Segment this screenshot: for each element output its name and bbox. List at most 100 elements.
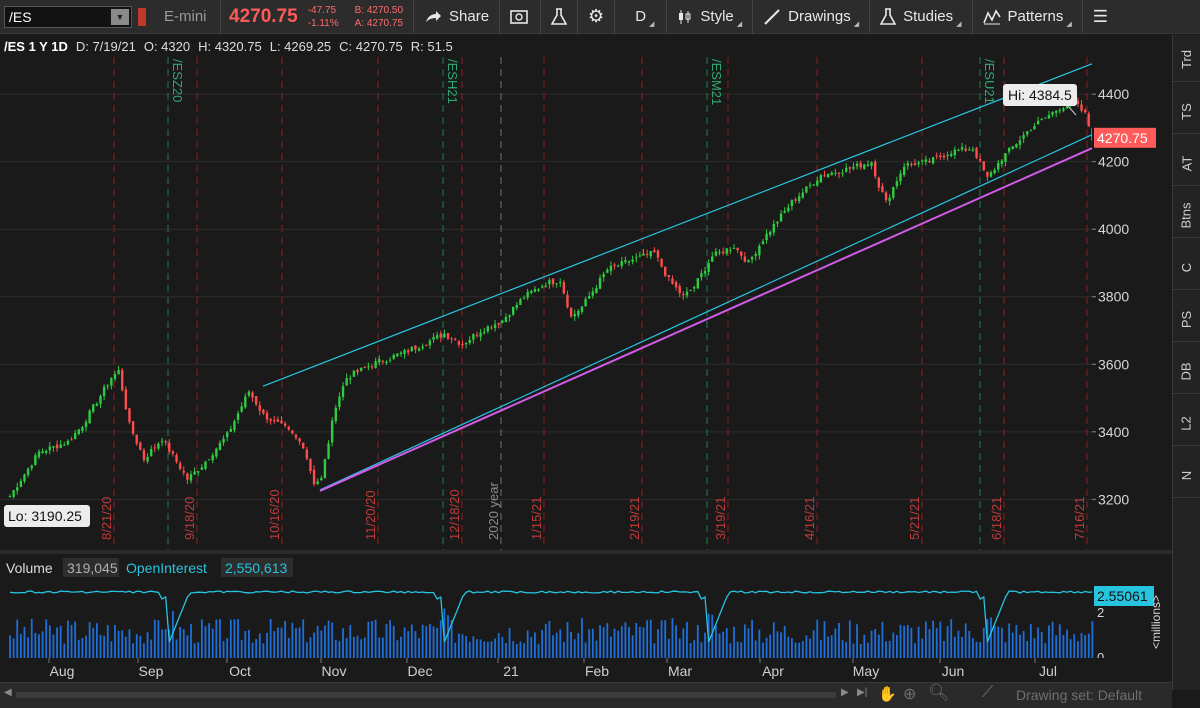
candle-body <box>866 164 870 167</box>
price-chart[interactable]: 8/21/20 9/18/20 10/16/20 11/20/20 12/18/20 1/… <box>0 37 1172 682</box>
side-tab-trd[interactable]: Trd <box>1173 38 1200 82</box>
candle-body <box>533 289 537 292</box>
side-tab-ps[interactable]: PS <box>1173 298 1200 342</box>
candle-body <box>968 149 971 151</box>
candle-body <box>88 410 91 424</box>
candle-body <box>613 264 616 266</box>
menu-button[interactable]: ☰ <box>1083 0 1118 34</box>
side-tab-db[interactable]: DB <box>1173 350 1200 394</box>
candle-body <box>316 481 319 485</box>
candle-body <box>178 463 182 470</box>
date-marker-label: 11/20/20 <box>363 490 378 540</box>
drawings-label: Drawings <box>788 8 851 25</box>
patterns-button[interactable]: Patterns ◢ <box>973 0 1083 34</box>
candle-body <box>750 256 754 260</box>
price-tick-label: 3200 <box>1098 491 1129 507</box>
price-plot-area <box>0 57 1092 550</box>
candle-body <box>1000 160 1004 165</box>
zoom-icon[interactable]: 🔍︎ <box>928 683 950 703</box>
style-button[interactable]: Style ◢ <box>667 0 754 34</box>
side-tab-n[interactable]: N <box>1173 454 1200 498</box>
candle-body <box>396 353 399 357</box>
candle-body <box>504 316 508 323</box>
candle-body <box>446 333 450 339</box>
candle-body <box>211 455 214 461</box>
flask-button[interactable] <box>541 0 579 34</box>
percent-change: -1.11% <box>307 17 339 29</box>
candle-body <box>1080 104 1083 111</box>
candle-body <box>142 450 146 460</box>
candle-body <box>403 349 406 355</box>
month-tick-label: Mar <box>668 663 692 679</box>
flag-icon[interactable] <box>138 7 146 26</box>
candle-body <box>978 159 982 161</box>
pane-divider[interactable] <box>0 550 1172 554</box>
candle-body <box>483 331 486 333</box>
candle-body <box>294 434 298 438</box>
candle-body <box>606 269 609 273</box>
horizontal-scrollbar[interactable] <box>16 692 836 698</box>
candle-body <box>740 251 743 256</box>
crosshair-icon[interactable]: ⊕ <box>903 684 916 704</box>
snapshot-button[interactable] <box>500 0 542 34</box>
symbol-input[interactable]: /ES ▼ <box>4 5 132 28</box>
candle-body <box>1083 110 1087 113</box>
candle-body <box>175 454 178 462</box>
drawings-button[interactable]: Drawings ◢ <box>753 0 871 34</box>
candle-body <box>388 359 392 361</box>
candle-body <box>334 407 337 422</box>
candle-body <box>92 404 95 412</box>
candle-body <box>128 408 131 423</box>
candle-body <box>577 310 580 316</box>
candle-body <box>410 347 414 352</box>
divider <box>220 0 221 34</box>
scroll-right-icon[interactable]: ▶ <box>841 687 849 698</box>
studies-button[interactable]: Studies ◢ <box>870 0 973 34</box>
price-tick-label: 4400 <box>1098 86 1129 102</box>
candle-body <box>251 392 254 398</box>
candle-body <box>30 465 33 469</box>
settings-button[interactable]: ⚙ <box>578 0 616 34</box>
side-tab-l2[interactable]: L2 <box>1173 402 1200 446</box>
candle-body <box>200 467 204 470</box>
volume-unit-label: <millions> <box>1149 595 1163 649</box>
month-tick-label: Aug <box>50 663 75 679</box>
side-tab-c[interactable]: C <box>1173 246 1200 290</box>
candle-body <box>501 320 504 323</box>
candle-body <box>1062 108 1065 111</box>
candle-body <box>475 334 479 336</box>
candle-body <box>12 490 15 497</box>
scroll-end-icon[interactable]: ▶| <box>857 687 867 698</box>
corner-arrow-icon: ◢ <box>1066 20 1072 28</box>
candle-body <box>160 441 164 443</box>
candle-body <box>812 184 815 186</box>
side-tab-at[interactable]: AT <box>1173 142 1200 186</box>
aggregation-button[interactable]: D ◢ <box>615 0 668 34</box>
month-axis: Aug Sep Oct Nov Dec 21 Feb Mar Apr May Jun Jul <box>0 658 1172 682</box>
candle-body <box>725 248 728 254</box>
side-tab-ts[interactable]: TS <box>1173 90 1200 134</box>
candle-body <box>627 261 631 263</box>
symbol-dropdown-icon[interactable]: ▼ <box>111 8 129 25</box>
candle-body <box>1026 131 1029 135</box>
side-tab-btns[interactable]: Btns <box>1173 194 1200 238</box>
candle-body <box>146 456 149 462</box>
pan-icon[interactable]: ✋ <box>878 685 897 703</box>
drawing-set-label[interactable]: Drawing set: Default <box>1016 687 1142 703</box>
candle-body <box>345 378 348 386</box>
scroll-left-icon[interactable]: ◀ <box>4 687 12 698</box>
share-button[interactable]: Share <box>414 0 501 34</box>
candle-body <box>153 447 156 449</box>
candle-body <box>580 306 584 312</box>
date-marker-label: 4/16/21 <box>802 497 817 540</box>
candle-body <box>349 378 352 380</box>
candle-body <box>327 443 330 459</box>
drawing-pencil-icon[interactable]: ⟋ <box>982 684 993 702</box>
candle-body <box>131 421 135 434</box>
candle-body <box>772 223 776 233</box>
candle-body <box>273 419 276 421</box>
candle-body <box>964 148 967 151</box>
candle-body <box>52 446 55 448</box>
date-marker-label: 5/21/21 <box>907 497 922 540</box>
candle-body <box>960 147 964 150</box>
